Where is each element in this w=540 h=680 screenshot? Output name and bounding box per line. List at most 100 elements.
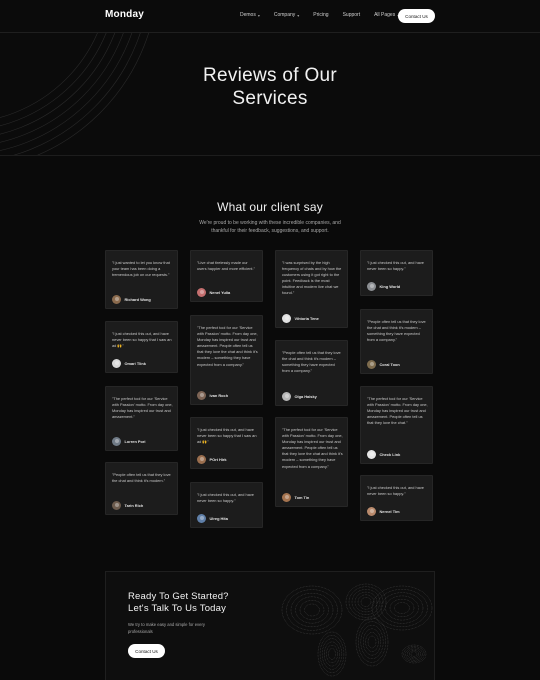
reviewer-name: Ivan Roch <box>209 393 229 398</box>
nav-link-label: Support <box>342 12 361 18</box>
review-quote: "The perfect tool for our 'Service with … <box>367 396 428 426</box>
reviewer-name: Vihtoria Tene <box>294 316 319 321</box>
reviewer-name: Tarin Rich <box>124 503 144 508</box>
review-card: "The perfect tool for our 'Service with … <box>275 417 348 507</box>
reviewer: Richard Wong <box>112 295 151 304</box>
section-subtitle: We're proud to be working with these inc… <box>199 220 341 234</box>
review-card: "I was surprised by the high frequency o… <box>275 250 348 328</box>
review-quote: "I just checked this out, and have never… <box>367 485 424 497</box>
nav-contact-button[interactable]: Contact Us <box>398 9 435 23</box>
avatar <box>197 288 206 297</box>
page-title-line-1: Reviews of Our <box>202 65 338 86</box>
avatar <box>367 507 376 516</box>
hero-section: Reviews of Our Services <box>0 33 540 156</box>
reviewer-name: Check Link <box>379 452 401 457</box>
reviewer-name: Richard Wong <box>124 297 151 302</box>
avatar <box>112 437 121 446</box>
avatar <box>112 501 121 510</box>
review-card: "People often tell us that they love the… <box>105 462 178 515</box>
nav-link-label: Demos <box>240 12 256 18</box>
nav-link-company[interactable]: Company ▾ <box>274 12 299 18</box>
nav-link-pricing[interactable]: Pricing <box>313 12 328 18</box>
review-card: "The perfect tool for our 'Service with … <box>360 386 433 464</box>
review-quote: "People often tell us that they love the… <box>282 350 341 374</box>
reviewer-name: POrt Hirk <box>209 457 227 462</box>
reviewer: Vihtoria Tene <box>282 314 319 323</box>
review-card: "I just checked this out, and have never… <box>360 250 433 296</box>
avatar <box>367 282 376 291</box>
reviewer-name: Ulreg Hita <box>209 516 228 521</box>
review-card: "The perfect tool for our 'Service with … <box>105 386 178 451</box>
reviewer: Tarin Rich <box>112 501 143 510</box>
reviewer: Tom Tin <box>282 493 309 502</box>
review-quote: "The perfect tool for our 'Service with … <box>112 396 173 420</box>
review-quote: "People often tell us that they love the… <box>367 319 426 343</box>
reviewer: Nenel Yulia <box>197 288 230 297</box>
reviewer: King World <box>367 282 400 291</box>
review-card: "I just wanted to let you know that your… <box>105 250 178 309</box>
world-map-graphic <box>281 583 433 677</box>
reviewer-name: Lorren Pori <box>124 439 146 444</box>
review-card: "The perfect tool for our 'Service with … <box>190 315 263 405</box>
nav-link-support[interactable]: Support <box>343 12 361 18</box>
reviewer-name: Omari Tlink <box>124 361 146 366</box>
chevron-down-icon: ▾ <box>297 12 300 18</box>
review-card: "I just checked this out, and have never… <box>105 321 178 373</box>
avatar <box>282 314 291 323</box>
avatar <box>112 359 121 368</box>
nav-link-label: Company <box>273 12 296 18</box>
cta-banner: Ready To Get Started? Let's Talk To Us T… <box>105 571 435 680</box>
nav-link-demos[interactable]: Demos ▾ <box>240 12 260 18</box>
reviewer: Coral Toon <box>367 360 400 369</box>
nav-link-label: All Pages <box>374 12 396 18</box>
avatar <box>197 455 206 464</box>
reviewer: Ulreg Hita <box>197 514 228 523</box>
reviewer-name: Nenel Yulia <box>209 290 231 295</box>
cta-subtitle: We try to make easy and simple for every… <box>128 622 205 634</box>
chevron-down-icon: ▾ <box>257 12 260 18</box>
nav-link-label: Pricing <box>313 12 329 18</box>
review-card: "People often tell us that they love the… <box>360 309 433 374</box>
nav-link-all-pages[interactable]: All Pages▾ <box>374 12 399 18</box>
reviewer-name: King World <box>379 284 401 289</box>
brand-logo[interactable]: Monday <box>105 9 144 20</box>
review-quote: "I just checked this out, and have never… <box>197 427 257 445</box>
review-card: "I just checked this out, and have never… <box>190 417 263 469</box>
reviewer: Lorren Pori <box>112 437 145 446</box>
section-title: What our client say <box>217 200 323 214</box>
review-quote: "The perfect tool for our 'Service with … <box>197 325 258 367</box>
reviewer-name: Olga Halsky <box>294 394 317 399</box>
page-title-line-2: Services <box>232 88 308 109</box>
avatar <box>367 360 376 369</box>
reviewer: POrt Hirk <box>197 455 227 464</box>
reviewer-name: Coral Toon <box>379 362 400 367</box>
review-card: "People often tell us that they love the… <box>275 340 348 406</box>
review-quote: "The perfect tool for our 'Service with … <box>282 427 343 469</box>
cta-title: Ready To Get Started? Let's Talk To Us T… <box>128 591 278 615</box>
reviewer: Ivan Roch <box>197 391 228 400</box>
cta-title-line-1: Ready To Get Started? <box>128 591 229 602</box>
avatar <box>282 493 291 502</box>
review-quote: "Live chat tirelessly made our users hap… <box>197 260 255 272</box>
top-navigation: Monday Demos ▾ Company ▾ Pricing Support All P… <box>0 0 540 33</box>
review-quote: "I just checked this out, and have never… <box>197 492 254 504</box>
avatar <box>282 392 291 401</box>
avatar <box>112 295 121 304</box>
page-title: Reviews of Our Services <box>0 64 540 110</box>
review-quote: "I just checked this out, and have never… <box>367 260 424 272</box>
reviewer: Nernel Tim <box>367 507 400 516</box>
reviewer-name: Nernel Tim <box>379 509 400 514</box>
review-card: "I just checked this out, and have never… <box>360 475 433 521</box>
cta-title-line-2: Let's Talk To Us Today <box>128 603 227 614</box>
reviewer: Omari Tlink <box>112 359 146 368</box>
reviewer: Olga Halsky <box>282 392 317 401</box>
avatar <box>367 450 376 459</box>
review-quote: "I was surprised by the high frequency o… <box>282 260 342 296</box>
cta-contact-button[interactable]: Contact Us <box>128 644 165 658</box>
nav-links: Demos▾Company▾PricingSupportAll Pages▾ <box>240 12 399 18</box>
review-card: "I just checked this out, and have never… <box>190 482 263 528</box>
review-quote: "People often tell us that they love the… <box>112 472 171 484</box>
review-card: "Live chat tirelessly made our users hap… <box>190 250 263 302</box>
reviewer-name: Tom Tin <box>294 495 310 500</box>
reviewer: Check Link <box>367 450 400 459</box>
